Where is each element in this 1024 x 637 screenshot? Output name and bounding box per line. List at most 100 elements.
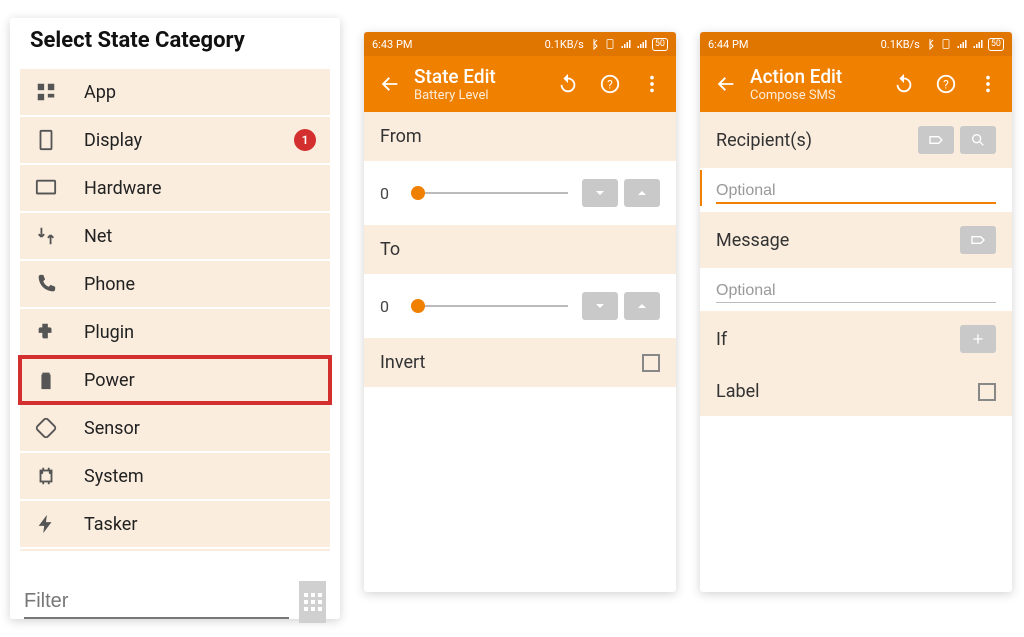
category-plugin[interactable]: Plugin — [20, 309, 330, 355]
plugin-icon — [32, 318, 60, 346]
signal-icon — [636, 38, 648, 50]
category-hardware[interactable]: Hardware — [20, 165, 330, 211]
arrow-left-icon — [379, 73, 401, 95]
message-header: Message — [700, 212, 1012, 268]
app-bar: Action Edit Compose SMS ? — [700, 56, 1012, 112]
more-vert-icon — [641, 73, 663, 95]
status-time: 6:43 PM — [372, 38, 412, 51]
signal-icon — [620, 38, 632, 50]
plus-icon — [970, 331, 986, 347]
category-system[interactable]: System — [20, 453, 330, 499]
app-bar: State Edit Battery Level ? — [364, 56, 676, 112]
invert-checkbox[interactable] — [642, 354, 660, 372]
category-label: Display — [84, 130, 142, 151]
chevron-down-icon — [592, 298, 608, 314]
category-label: Hardware — [84, 178, 162, 199]
overflow-button[interactable] — [634, 66, 670, 102]
back-button[interactable] — [706, 64, 746, 104]
category-app[interactable]: App — [20, 69, 330, 115]
category-sensor[interactable]: Sensor — [20, 405, 330, 451]
tag-button[interactable] — [918, 126, 954, 154]
svg-text:?: ? — [943, 78, 949, 92]
undo-button[interactable] — [550, 66, 586, 102]
recipients-input[interactable] — [716, 180, 996, 204]
bluetooth-icon — [924, 38, 936, 50]
select-state-category-panel: Select State Category App Display 1 Hard… — [10, 18, 340, 619]
if-row[interactable]: If — [700, 311, 1012, 367]
help-button[interactable]: ? — [928, 66, 964, 102]
category-net[interactable]: Net — [20, 213, 330, 259]
from-decrement[interactable] — [582, 179, 618, 207]
category-power[interactable]: Power — [20, 357, 330, 403]
invert-label: Invert — [380, 352, 425, 373]
invert-row[interactable]: Invert — [364, 338, 676, 387]
from-increment[interactable] — [624, 179, 660, 207]
search-icon — [970, 132, 986, 148]
if-label: If — [716, 329, 727, 350]
status-data-rate: 0.1KB/s — [881, 38, 920, 51]
to-increment[interactable] — [624, 292, 660, 320]
appbar-title: State Edit — [414, 65, 550, 88]
to-value: 0 — [380, 297, 398, 316]
help-icon: ? — [935, 73, 957, 95]
chevron-up-icon — [634, 298, 650, 314]
hardware-icon — [32, 174, 60, 202]
label-label: Label — [716, 381, 760, 402]
app-icon — [32, 78, 60, 106]
phone-icon — [32, 270, 60, 298]
undo-icon — [557, 73, 579, 95]
filter-input[interactable] — [24, 586, 289, 619]
sensor-icon — [32, 414, 60, 442]
grid-view-button[interactable] — [299, 581, 326, 623]
category-tasker[interactable]: Tasker — [20, 501, 330, 547]
recipients-header: Recipient(s) — [700, 112, 1012, 168]
from-slider[interactable] — [412, 192, 568, 194]
from-slider-row: 0 — [364, 161, 676, 225]
help-button[interactable]: ? — [592, 66, 628, 102]
display-icon — [32, 126, 60, 154]
category-label: Power — [84, 370, 135, 391]
label-checkbox[interactable] — [978, 383, 996, 401]
to-label: To — [380, 239, 400, 260]
battery-indicator: 50 — [988, 38, 1004, 51]
action-edit-screen: 6:44 PM 0.1KB/s 50 Action Edit Compose S… — [700, 32, 1012, 592]
status-bar: 6:44 PM 0.1KB/s 50 — [700, 32, 1012, 56]
notification-badge: 1 — [294, 129, 316, 151]
add-condition-button[interactable] — [960, 325, 996, 353]
grid-icon — [301, 590, 325, 614]
state-edit-screen: 6:43 PM 0.1KB/s 50 State Edit Battery Le… — [364, 32, 676, 592]
search-button[interactable] — [960, 126, 996, 154]
category-label: Plugin — [84, 322, 134, 343]
to-header: To — [364, 225, 676, 274]
category-label: Sensor — [84, 418, 140, 439]
appbar-title: Action Edit — [750, 65, 886, 88]
category-label: System — [84, 466, 144, 487]
message-input-wrapper — [700, 268, 1012, 311]
category-label: Tasker — [84, 514, 137, 535]
chevron-down-icon — [592, 185, 608, 201]
recipients-label: Recipient(s) — [716, 130, 812, 151]
category-display[interactable]: Display 1 — [20, 117, 330, 163]
category-label: App — [84, 82, 116, 103]
back-button[interactable] — [370, 64, 410, 104]
arrow-left-icon — [715, 73, 737, 95]
signal-icon — [972, 38, 984, 50]
to-slider[interactable] — [412, 305, 568, 307]
label-row[interactable]: Label — [700, 367, 1012, 416]
category-label: Net — [84, 226, 112, 247]
message-label: Message — [716, 230, 789, 251]
tag-button[interactable] — [960, 226, 996, 254]
undo-button[interactable] — [886, 66, 922, 102]
tasker-icon — [32, 510, 60, 538]
to-decrement[interactable] — [582, 292, 618, 320]
to-slider-row: 0 — [364, 274, 676, 338]
more-vert-icon — [977, 73, 999, 95]
sim-icon — [604, 38, 616, 50]
category-phone[interactable]: Phone — [20, 261, 330, 307]
signal-icon — [956, 38, 968, 50]
overflow-button[interactable] — [970, 66, 1006, 102]
panel-title: Select State Category — [10, 18, 340, 67]
from-label: From — [380, 126, 422, 147]
message-input[interactable] — [716, 280, 996, 303]
divider — [20, 549, 330, 551]
